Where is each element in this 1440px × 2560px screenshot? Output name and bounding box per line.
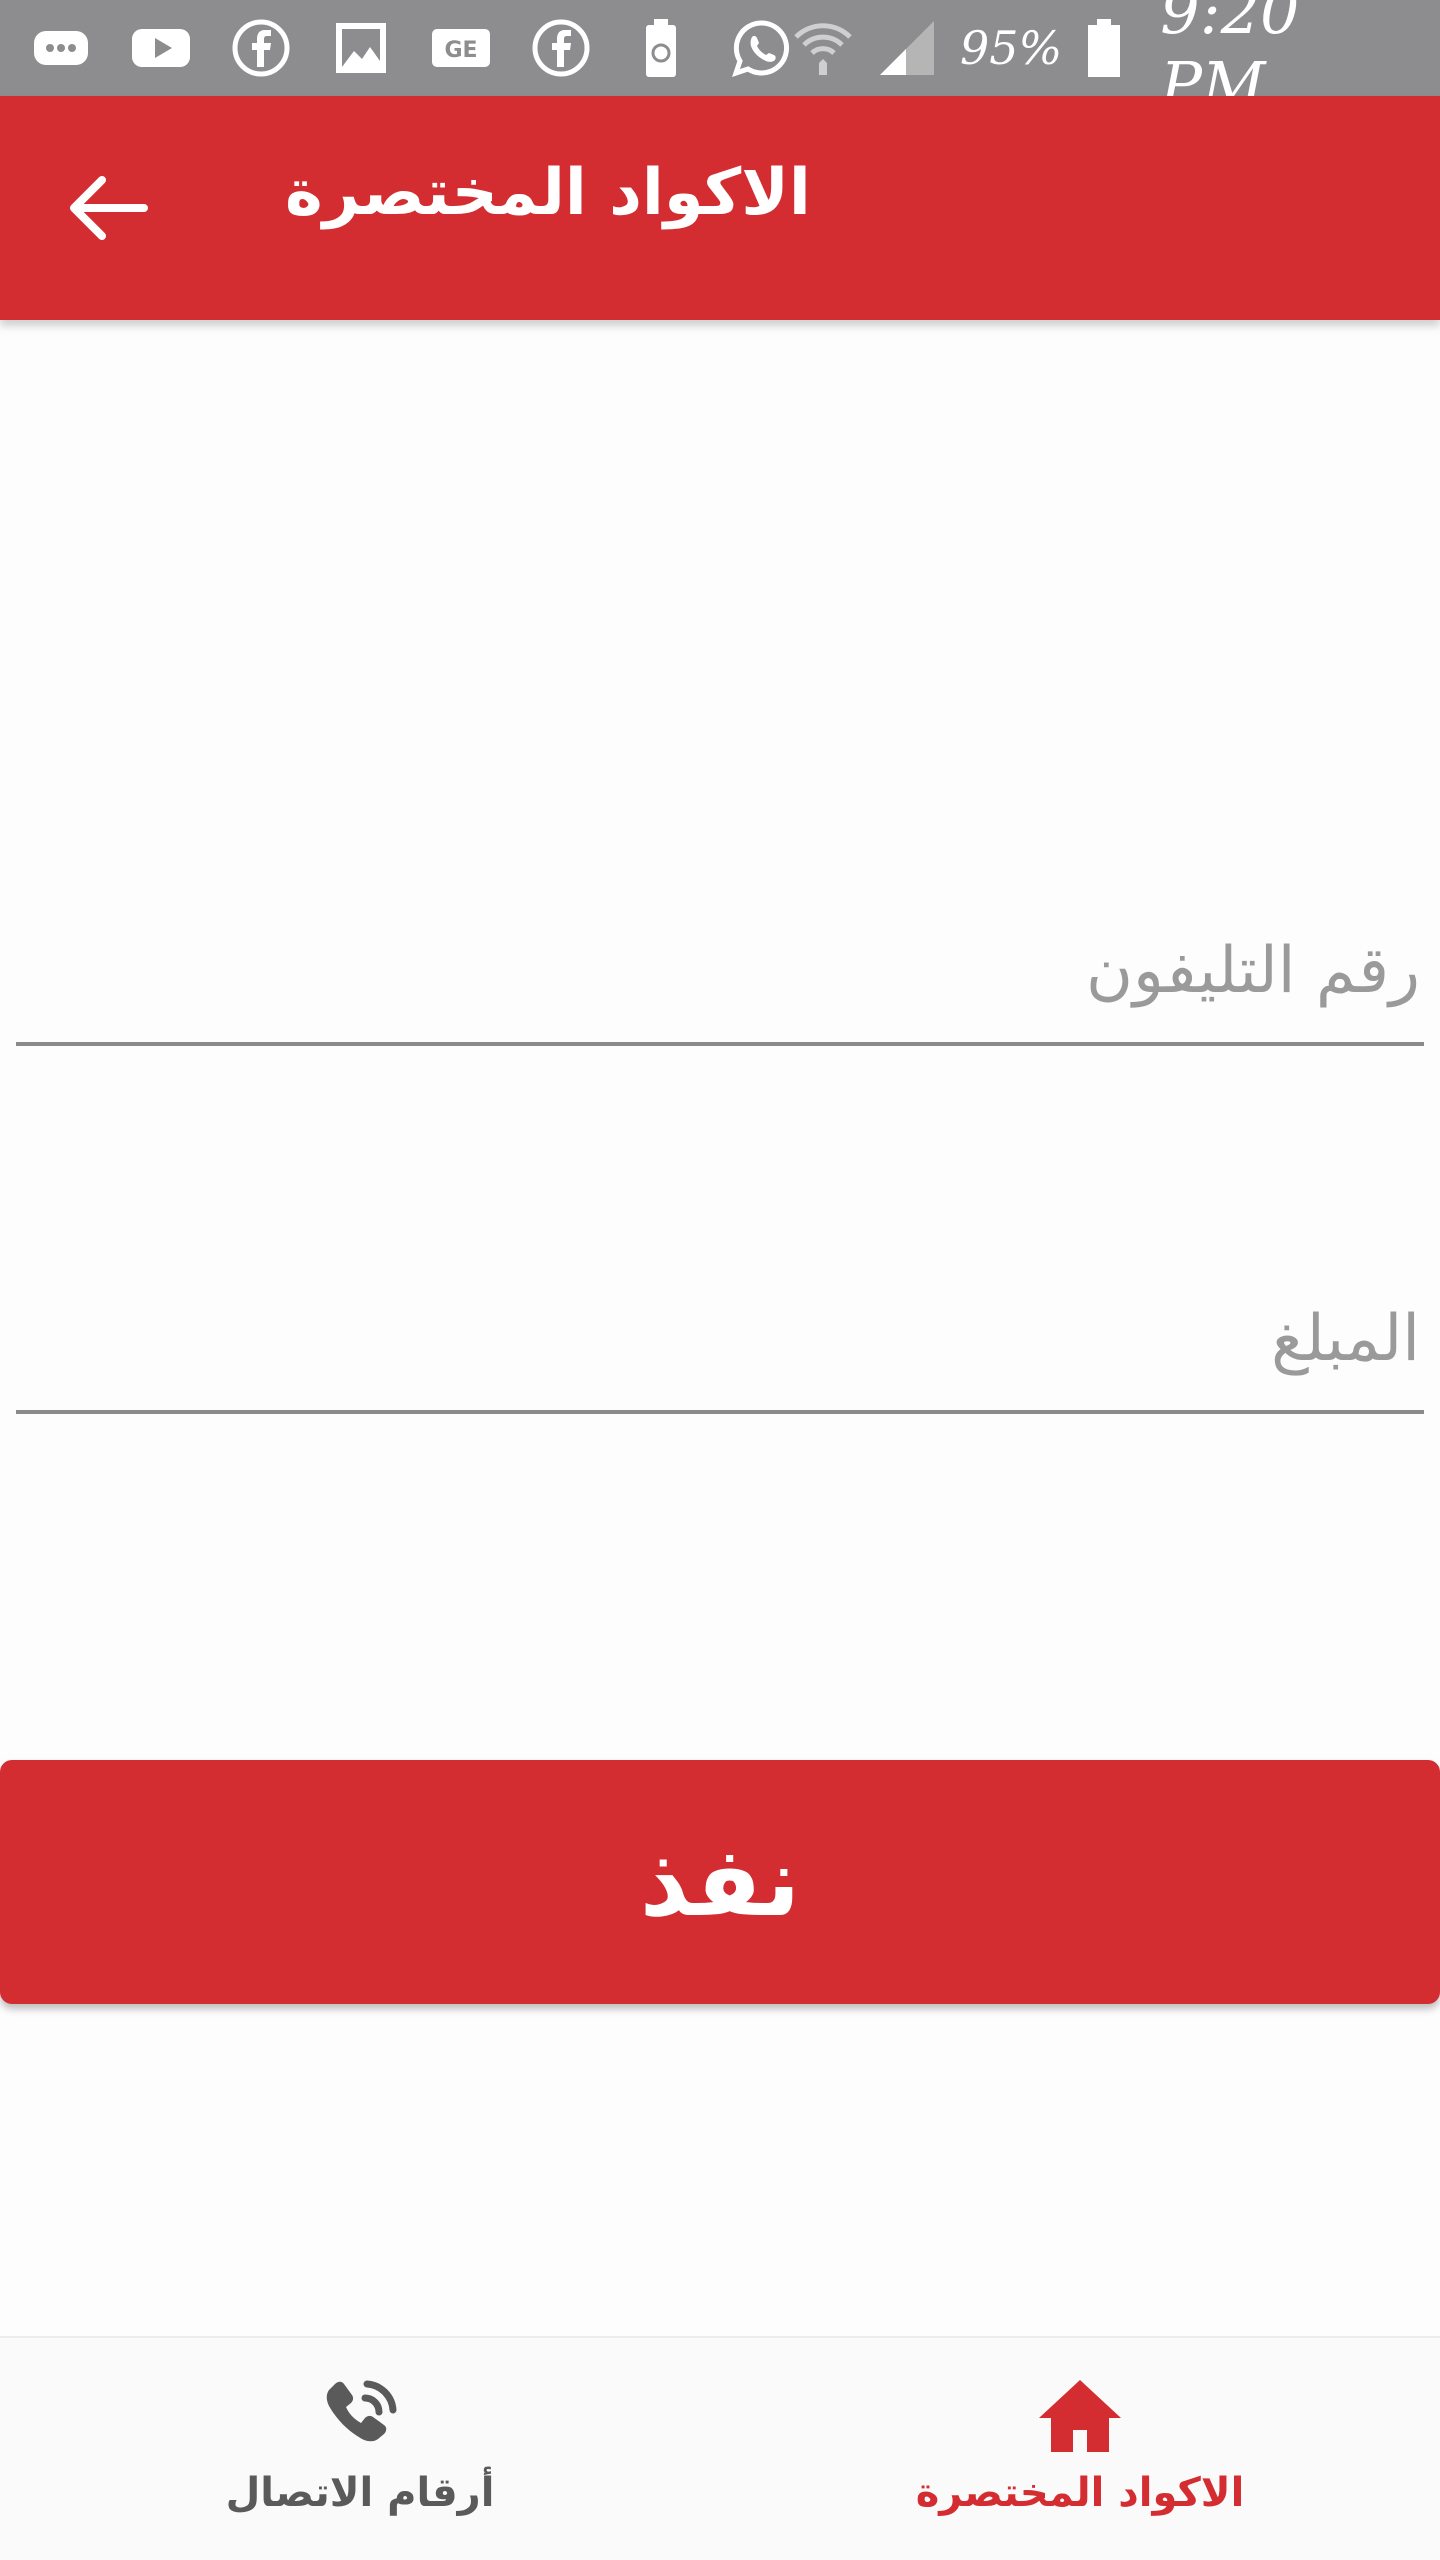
nav-label-short-codes: الاكواد المختصرة (915, 2470, 1245, 2516)
back-button[interactable] (62, 168, 152, 248)
facebook-icon (230, 17, 292, 79)
home-icon (1035, 2376, 1125, 2456)
page-title: الاكواد المختصرة (285, 156, 811, 230)
svg-text:GE: GE (444, 38, 477, 63)
ge-icon: GE (430, 17, 492, 79)
nav-item-short-codes[interactable]: الاكواد المختصرة (720, 2338, 1440, 2560)
battery-percent: 95% (960, 21, 1063, 75)
bottom-navigation: أرقام الاتصال الاكواد المختصرة (0, 2336, 1440, 2560)
app-bar: الاكواد المختصرة (0, 96, 1440, 320)
nav-label-contact-numbers: أرقام الاتصال (225, 2470, 495, 2516)
execute-button-label: نفذ (639, 1826, 801, 1938)
phone-number-field[interactable] (16, 900, 1424, 1046)
status-bar: GE 95% 9:20 PM (0, 0, 1440, 121)
nav-item-contact-numbers[interactable]: أرقام الاتصال (0, 2338, 720, 2560)
facebook-icon (530, 17, 592, 79)
gallery-icon (330, 17, 392, 79)
signal-icon (876, 17, 938, 79)
phone-number-input[interactable] (16, 900, 1424, 1042)
wifi-icon (792, 17, 854, 79)
more-icon (30, 17, 92, 79)
battery-saver-icon (630, 17, 692, 79)
amount-input[interactable] (16, 1268, 1424, 1410)
notification-icons: GE (30, 17, 792, 79)
execute-button[interactable]: نفذ (0, 1760, 1440, 2004)
phone-call-icon (315, 2376, 405, 2456)
amount-field[interactable] (16, 1268, 1424, 1414)
arrow-back-icon (70, 176, 148, 240)
whatsapp-icon (730, 17, 792, 79)
battery-icon (1084, 17, 1124, 79)
youtube-icon (130, 17, 192, 79)
